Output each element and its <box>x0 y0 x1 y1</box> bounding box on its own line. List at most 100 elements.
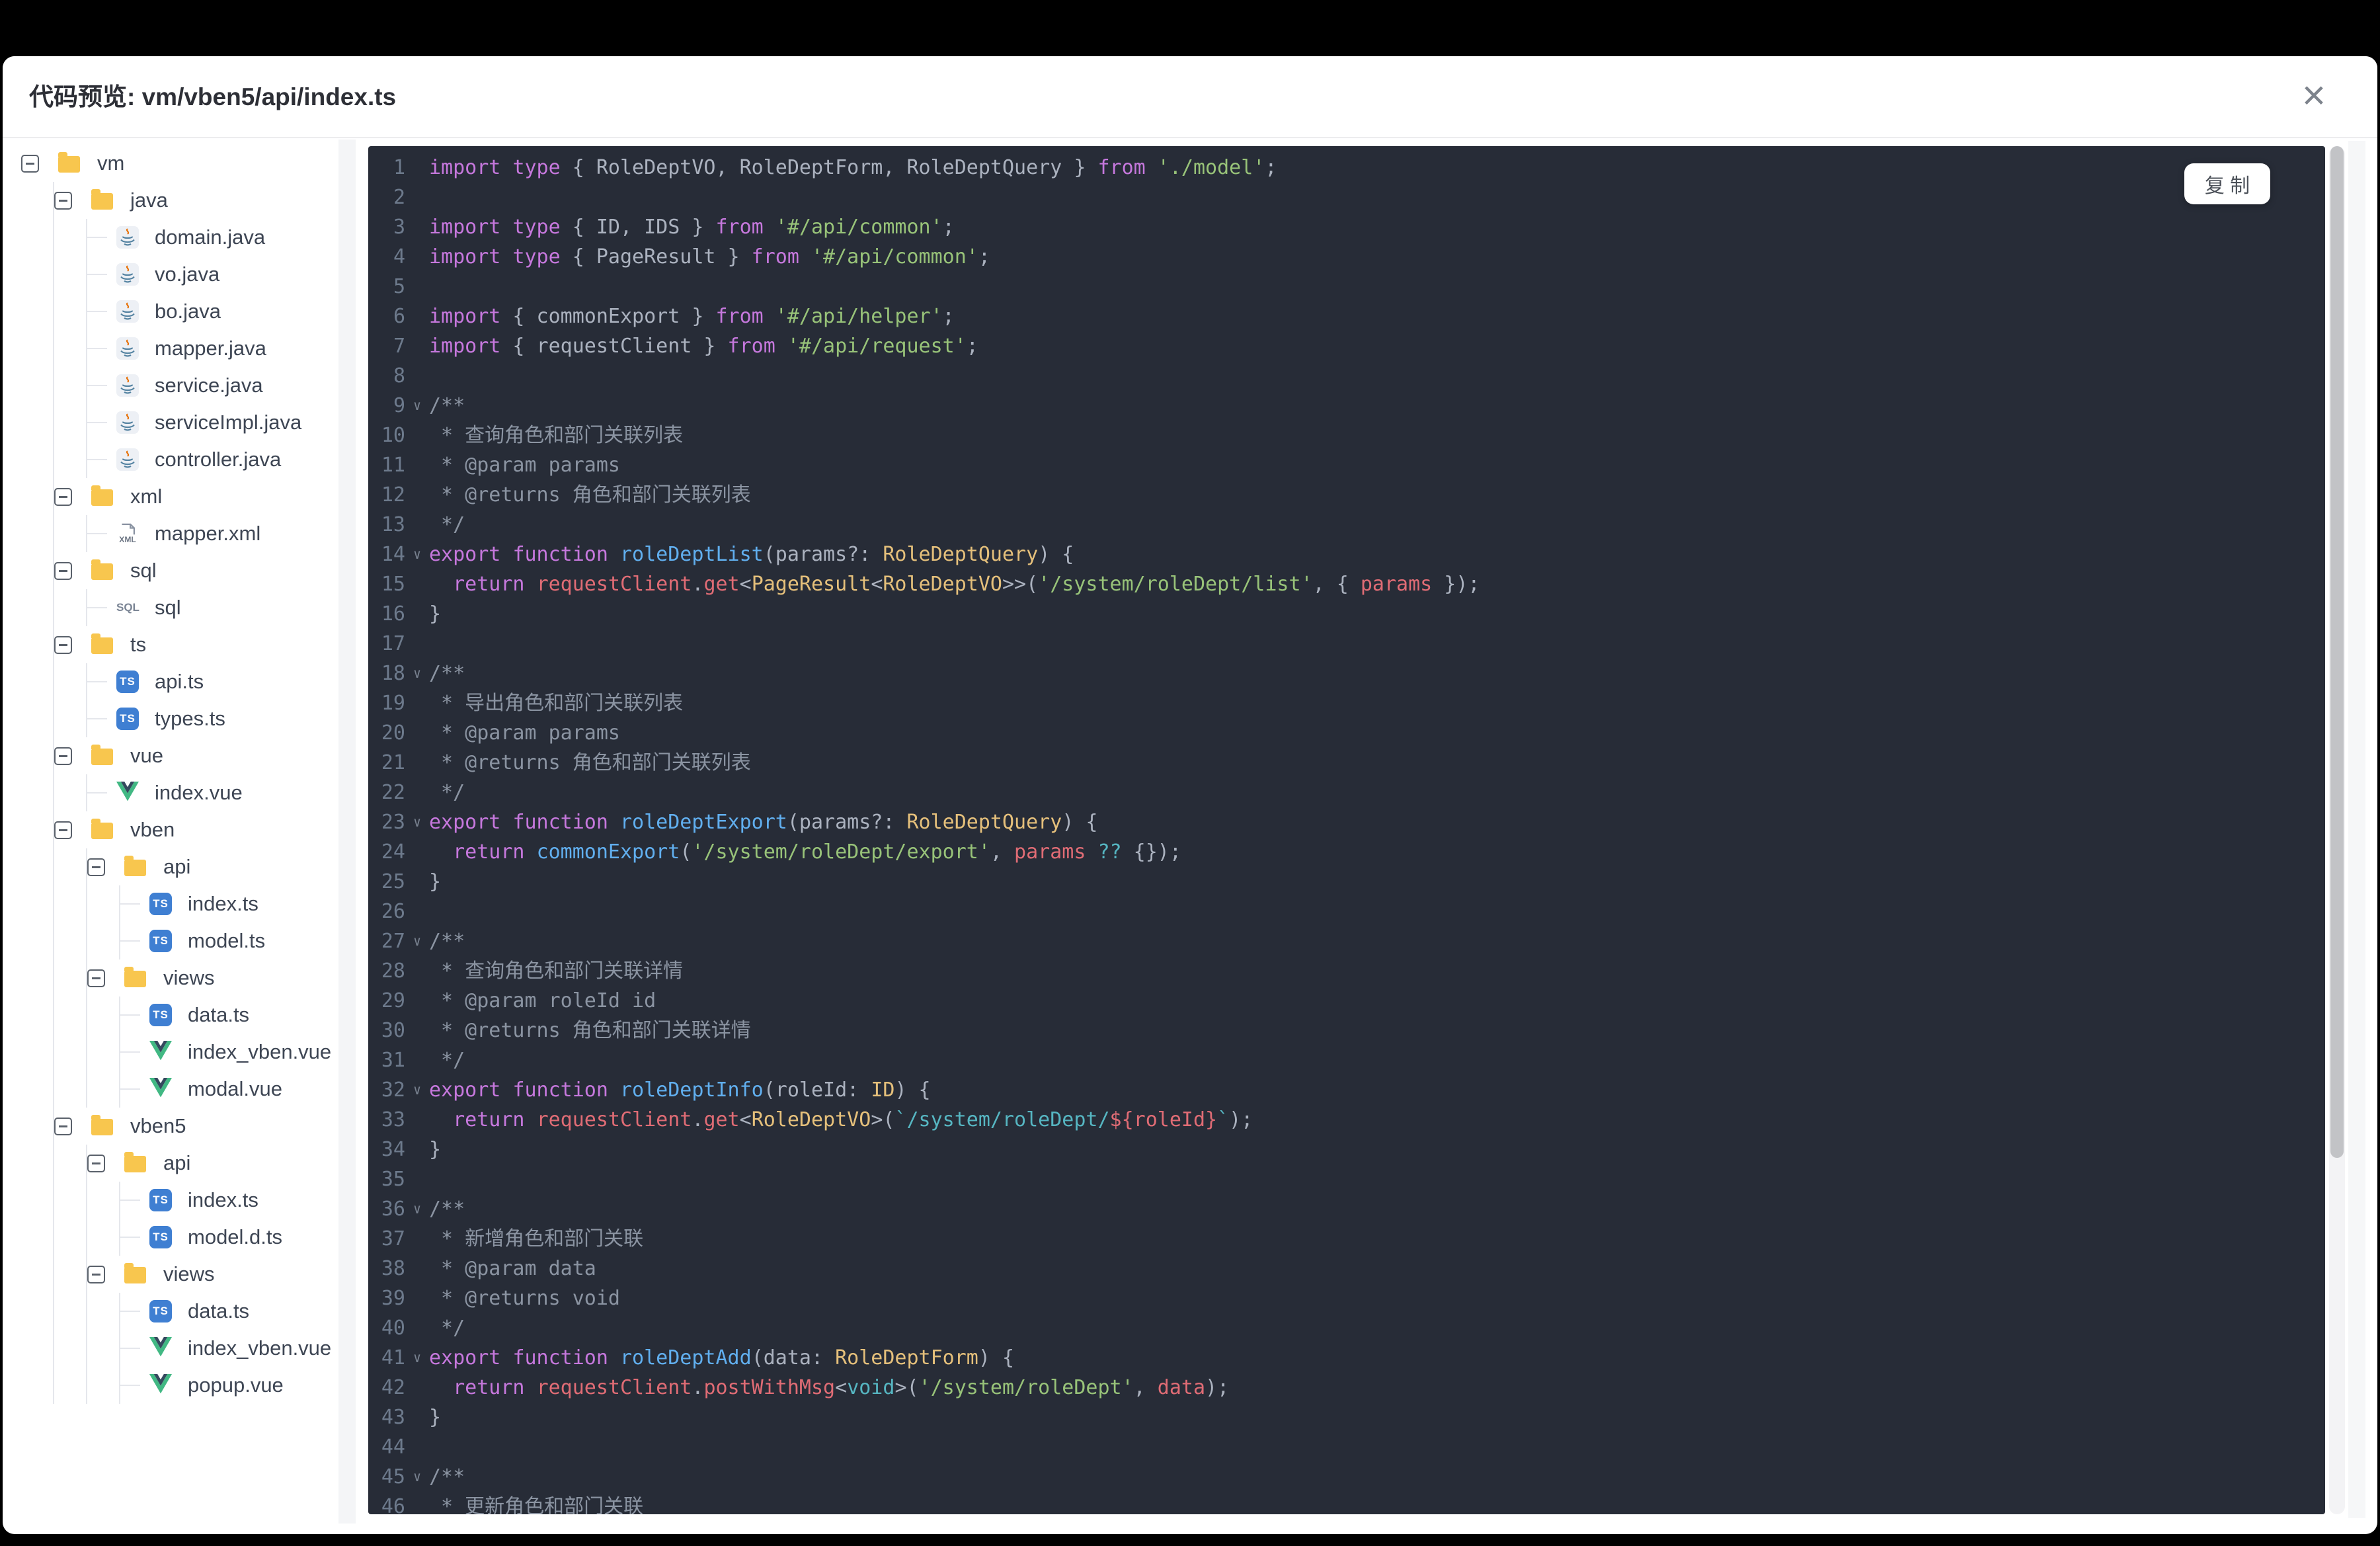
tree-folder-vben[interactable]: vben <box>54 811 338 848</box>
code-text: import type { ID, IDS } from '#/api/comm… <box>429 216 955 239</box>
tree-file-modal.vue[interactable]: modal.vue <box>120 1071 338 1108</box>
tree-label: model.d.ts <box>188 1225 283 1248</box>
tree-file-api.ts[interactable]: TS api.ts <box>87 663 338 700</box>
fold-gutter <box>405 1403 429 1432</box>
copy-button[interactable]: 复 制 <box>2184 163 2270 204</box>
tree-folder-sql[interactable]: sql <box>54 552 338 589</box>
line-number: 19 <box>381 692 405 715</box>
tree-file-index_vben.vue[interactable]: index_vben.vue <box>120 1330 338 1367</box>
tree-connector <box>87 348 107 349</box>
fold-gutter <box>405 183 429 212</box>
tree-file-index.ts[interactable]: TS index.ts <box>120 885 338 922</box>
collapse-expander-icon[interactable] <box>87 1154 105 1172</box>
fold-arrow-icon[interactable]: ∨ <box>405 926 429 956</box>
code-line: 38 * @param data <box>368 1254 2325 1283</box>
tree-file-domain.java[interactable]: domain.java <box>87 219 338 256</box>
code-line: 35 <box>368 1164 2325 1194</box>
tree-file-popup.vue[interactable]: popup.vue <box>120 1367 338 1404</box>
collapse-expander-icon[interactable] <box>54 635 72 654</box>
fold-arrow-icon[interactable]: ∨ <box>405 391 429 421</box>
folder-icon <box>91 819 113 839</box>
fold-arrow-icon[interactable]: ∨ <box>405 1075 429 1105</box>
code-text: } <box>429 870 442 893</box>
tree-connector <box>120 1088 140 1090</box>
collapse-expander-icon[interactable] <box>87 858 105 876</box>
line-number: 42 <box>381 1376 405 1399</box>
fold-arrow-icon[interactable]: ∨ <box>405 659 429 688</box>
tree-folder-vben5[interactable]: vben5 <box>54 1108 338 1145</box>
code-line: 46 * 更新角色和部门关联 <box>368 1492 2325 1514</box>
line-number: 27 <box>381 930 405 953</box>
collapse-expander-icon[interactable] <box>54 747 72 765</box>
code-line: 31 */ <box>368 1045 2325 1075</box>
tree-folder-vue[interactable]: vue <box>54 737 338 774</box>
close-icon[interactable]: × <box>2291 75 2336 120</box>
fold-arrow-icon[interactable]: ∨ <box>405 1462 429 1492</box>
code-scrollbar-thumb[interactable] <box>2330 146 2344 1158</box>
dialog-header: 代码预览: vm/vben5/api/index.ts × <box>3 56 2377 138</box>
code-line: 23 ∨ export function roleDeptExport(params… <box>368 807 2325 837</box>
tree-file-mapper.java[interactable]: mapper.java <box>87 330 338 367</box>
collapse-expander-icon[interactable] <box>54 561 72 580</box>
tree-file-sql[interactable]: SQL sql <box>87 589 338 626</box>
fold-arrow-icon[interactable]: ∨ <box>405 807 429 837</box>
line-number: 41 <box>381 1346 405 1369</box>
tree-folder-xml[interactable]: xml <box>54 478 338 515</box>
tree-file-data.ts[interactable]: TS data.ts <box>120 1293 338 1330</box>
code-line: 43} <box>368 1403 2325 1432</box>
tree-folder-api[interactable]: api <box>87 848 338 885</box>
tree-label: vo.java <box>155 263 220 286</box>
collapse-expander-icon[interactable] <box>54 821 72 839</box>
tree-file-controller.java[interactable]: controller.java <box>87 441 338 478</box>
line-number: 39 <box>381 1287 405 1310</box>
tree-folder-api[interactable]: api <box>87 1145 338 1182</box>
tree-file-vo.java[interactable]: vo.java <box>87 256 338 293</box>
tree-file-bo.java[interactable]: bo.java <box>87 293 338 330</box>
fold-gutter <box>405 421 429 450</box>
tree-folder-views[interactable]: views <box>87 959 338 997</box>
tree-file-mapper.xml[interactable]: XML mapper.xml <box>87 515 338 552</box>
tree-folder-java[interactable]: java <box>54 182 338 219</box>
typescript-file-icon: TS <box>149 1300 172 1322</box>
fold-gutter <box>405 212 429 242</box>
tree-folder-views[interactable]: views <box>87 1256 338 1293</box>
code-text: /** <box>429 930 465 953</box>
collapse-expander-icon[interactable] <box>87 969 105 987</box>
tree-file-index.vue[interactable]: index.vue <box>87 774 338 811</box>
folder-icon <box>124 1263 146 1283</box>
dialog-scrollbar[interactable] <box>2348 141 2365 1518</box>
tree-file-types.ts[interactable]: TS types.ts <box>87 700 338 737</box>
tree-connector <box>120 940 140 942</box>
tree-file-serviceImpl.java[interactable]: serviceImpl.java <box>87 404 338 441</box>
tree-scrollbar[interactable] <box>338 140 356 1524</box>
code-text: * 更新角色和部门关联 <box>429 1495 644 1514</box>
line-number: 5 <box>393 275 405 298</box>
line-number: 8 <box>393 364 405 387</box>
collapse-expander-icon[interactable] <box>54 1117 72 1135</box>
tree-folder-ts[interactable]: ts <box>54 626 338 663</box>
collapse-expander-icon[interactable] <box>87 1265 105 1283</box>
code-scrollbar[interactable] <box>2329 146 2345 1514</box>
tree-file-index.ts[interactable]: TS index.ts <box>120 1182 338 1219</box>
collapse-expander-icon[interactable] <box>54 191 72 210</box>
fold-arrow-icon[interactable]: ∨ <box>405 540 429 569</box>
tree-folder-vm[interactable]: vm <box>21 145 338 182</box>
tree-label: popup.vue <box>188 1373 284 1397</box>
collapse-expander-icon[interactable] <box>54 487 72 506</box>
tree-file-model.d.ts[interactable]: TS model.d.ts <box>120 1219 338 1256</box>
fold-gutter <box>405 599 429 629</box>
fold-arrow-icon[interactable]: ∨ <box>405 1194 429 1224</box>
tree-file-model.ts[interactable]: TS model.ts <box>120 922 338 959</box>
line-number: 46 <box>381 1495 405 1514</box>
code-text: */ <box>429 513 465 536</box>
tree-file-service.java[interactable]: service.java <box>87 367 338 404</box>
collapse-expander-icon[interactable] <box>21 154 39 173</box>
tree-label: index_vben.vue <box>188 1336 332 1360</box>
tree-file-index_vben.vue[interactable]: index_vben.vue <box>120 1034 338 1071</box>
fold-gutter <box>405 629 429 659</box>
code-line: 30 * @returns 角色和部门关联详情 <box>368 1016 2325 1045</box>
fold-arrow-icon[interactable]: ∨ <box>405 1343 429 1373</box>
tree-file-data.ts[interactable]: TS data.ts <box>120 997 338 1034</box>
code-line: 19 * 导出角色和部门关联列表 <box>368 688 2325 718</box>
